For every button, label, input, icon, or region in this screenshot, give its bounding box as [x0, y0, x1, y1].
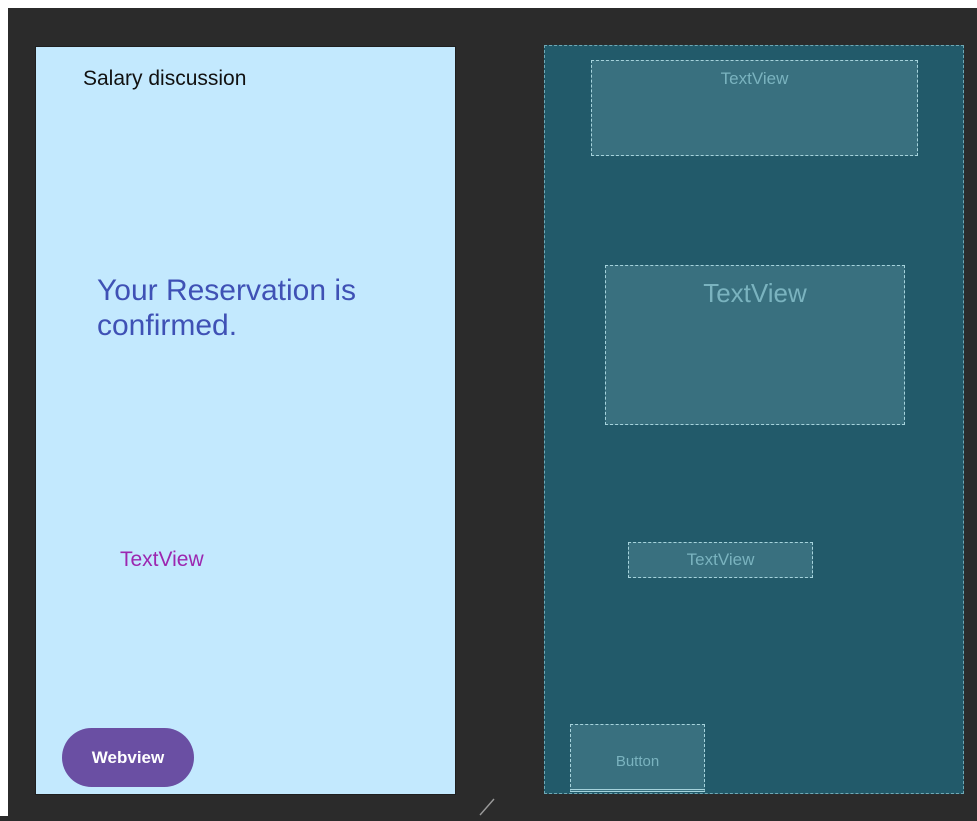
- title-textview[interactable]: Salary discussion: [83, 67, 246, 91]
- blueprint-textview-headline[interactable]: TextView: [605, 265, 905, 425]
- webview-button[interactable]: Webview: [62, 728, 194, 787]
- headline-textview[interactable]: Your Reservation is confirmed.: [97, 273, 427, 343]
- blueprint-button[interactable]: Button: [570, 724, 705, 792]
- window-top-edge: [0, 0, 977, 8]
- sub-textview[interactable]: TextView: [120, 548, 204, 572]
- resize-handle-icon[interactable]: [478, 796, 498, 816]
- blueprint-textview-sub[interactable]: TextView: [628, 542, 813, 578]
- blueprint-textview-title[interactable]: TextView: [591, 60, 918, 156]
- design-preview[interactable]: Salary discussion Your Reservation is co…: [36, 47, 455, 794]
- blueprint-view[interactable]: TextView TextView TextView Button: [544, 45, 964, 794]
- window-left-edge: [0, 0, 8, 816]
